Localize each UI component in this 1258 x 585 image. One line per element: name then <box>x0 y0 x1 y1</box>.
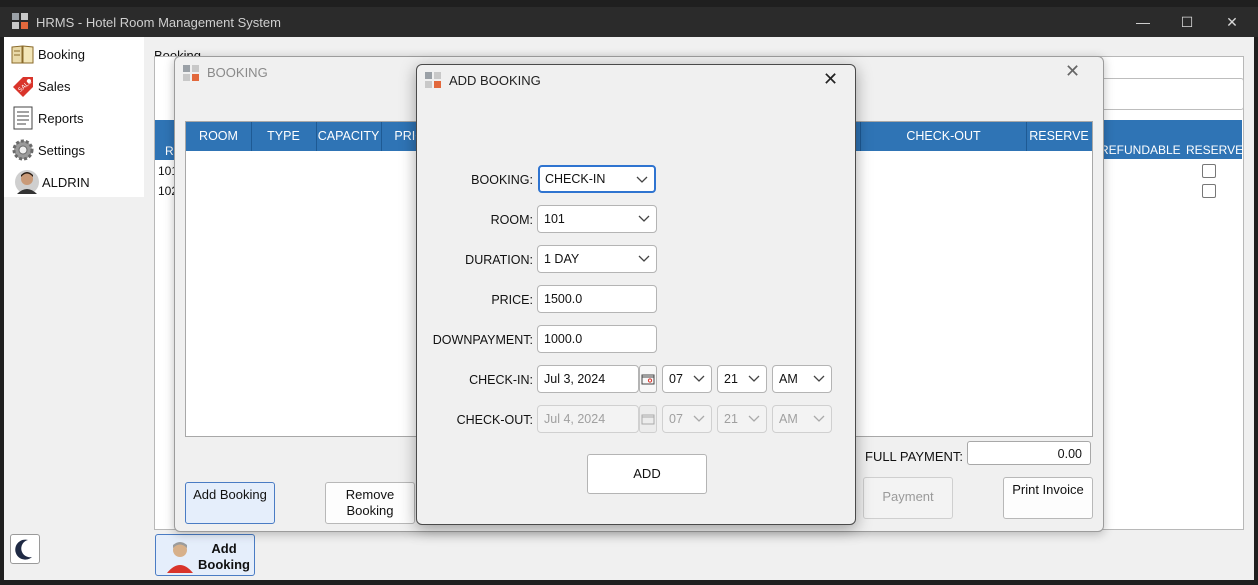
maximize-button[interactable]: ☐ <box>1172 11 1202 33</box>
duration-label: DURATION: <box>465 253 533 267</box>
check-in-hour-select[interactable]: 07 <box>662 365 712 393</box>
sidebar-item-label: Settings <box>38 143 85 158</box>
chevron-down-icon <box>813 415 825 422</box>
close-window-button[interactable]: ✕ <box>1217 11 1247 33</box>
check-in-minute-value: 21 <box>724 372 738 386</box>
sidebar-item-label: Reports <box>38 111 84 126</box>
add-button[interactable]: ADD <box>587 454 707 494</box>
sidebar-item-label: Booking <box>38 47 85 62</box>
chevron-down-icon <box>636 176 648 183</box>
check-out-ampm-select[interactable]: AM <box>772 405 832 433</box>
booking-window-title: BOOKING <box>207 65 268 80</box>
column-header-room[interactable]: ROOM <box>186 122 252 151</box>
background-header-label: R <box>165 144 174 158</box>
check-in-calendar-button[interactable] <box>639 365 657 393</box>
check-out-date-input[interactable]: Jul 4, 2024 <box>537 405 639 433</box>
booking-type-value: CHECK-IN <box>545 172 606 186</box>
sidebar-item-sales[interactable]: SALE Sales <box>10 71 144 101</box>
chevron-down-icon <box>813 375 825 382</box>
room-select[interactable]: 101 <box>537 205 657 233</box>
check-in-date-input[interactable]: Jul 3, 2024 <box>537 365 639 393</box>
chevron-down-icon <box>693 415 705 422</box>
sidebar: Booking SALE Sales Reports Settings ALDR… <box>4 37 144 197</box>
sidebar-item-booking[interactable]: Booking <box>10 39 144 69</box>
dialog-title: ADD BOOKING <box>449 73 541 88</box>
moon-icon <box>15 539 33 560</box>
price-label: PRICE: <box>491 293 533 307</box>
chevron-down-icon <box>638 215 650 222</box>
chevron-down-icon <box>748 415 760 422</box>
dialog-close-button[interactable]: ✕ <box>823 69 838 90</box>
check-out-calendar-button[interactable] <box>639 405 657 433</box>
background-header-strip <box>1100 120 1242 142</box>
check-out-hour-value: 07 <box>669 412 683 426</box>
add-booking-main-label: Add Booking <box>198 541 250 572</box>
column-header-check-out[interactable]: CHECK-OUT <box>860 122 1027 151</box>
document-icon <box>13 106 33 130</box>
calendar-icon <box>641 414 655 425</box>
app-icon <box>12 13 28 29</box>
avatar-icon <box>15 170 39 194</box>
booking-type-label: BOOKING: <box>471 173 533 187</box>
check-in-hour-value: 07 <box>669 372 683 386</box>
chevron-down-icon <box>638 255 650 262</box>
chevron-down-icon <box>748 375 760 382</box>
sidebar-item-label: ALDRIN <box>42 175 90 190</box>
sale-tag-icon: SALE <box>13 77 33 97</box>
check-out-ampm-value: AM <box>779 412 798 426</box>
room-value: 101 <box>544 212 565 226</box>
chevron-down-icon <box>693 375 705 382</box>
column-header-type[interactable]: TYPE <box>251 122 317 151</box>
full-payment-label: FULL PAYMENT: <box>865 449 964 464</box>
room-label: ROOM: <box>490 213 533 227</box>
add-booking-dialog: ADD BOOKING ✕ BOOKING: CHECK-IN ROOM: 10… <box>416 64 856 525</box>
downpayment-label: DOWNPAYMENT: <box>432 333 533 347</box>
check-out-label: CHECK-OUT: <box>456 413 533 427</box>
payment-button[interactable]: Payment <box>863 477 953 519</box>
theme-toggle-button[interactable] <box>10 534 40 564</box>
background-table-header: REFUNDABLE RESERVE <box>1100 141 1244 159</box>
add-booking-button[interactable]: Add Booking <box>185 482 275 524</box>
column-header-reserve: RESERVE <box>1186 143 1244 157</box>
calendar-icon <box>641 374 655 385</box>
sidebar-item-reports[interactable]: Reports <box>10 103 144 133</box>
check-out-minute-value: 21 <box>724 412 738 426</box>
duration-select[interactable]: 1 DAY <box>537 245 657 273</box>
remove-booking-button[interactable]: Remove Booking <box>325 482 415 524</box>
reserve-checkbox[interactable] <box>1202 164 1216 178</box>
duration-value: 1 DAY <box>544 252 580 266</box>
app-window: HRMS - Hotel Room Management System — ☐ … <box>0 0 1258 585</box>
user-add-icon <box>167 542 193 573</box>
minimize-button[interactable]: — <box>1128 11 1158 33</box>
background-search-input[interactable] <box>1100 78 1244 110</box>
booking-window-close-button[interactable]: ✕ <box>1065 61 1080 82</box>
add-booking-main-button[interactable]: Add Booking <box>155 534 255 576</box>
check-in-ampm-value: AM <box>779 372 798 386</box>
app-icon <box>183 65 199 81</box>
app-icon <box>425 72 441 88</box>
full-payment-field[interactable]: 0.00 <box>967 441 1091 465</box>
reserve-checkbox[interactable] <box>1202 184 1216 198</box>
book-icon <box>11 45 34 64</box>
downpayment-input[interactable]: 1000.0 <box>537 325 657 353</box>
sidebar-item-label: Sales <box>38 79 71 94</box>
window-title: HRMS - Hotel Room Management System <box>36 15 281 30</box>
background-header-strip: R <box>155 142 175 160</box>
column-header-refundable: REFUNDABLE <box>1100 143 1181 157</box>
booking-type-select[interactable]: CHECK-IN <box>538 165 656 193</box>
title-bar: HRMS - Hotel Room Management System — ☐ … <box>0 7 1258 37</box>
background-header-strip <box>155 120 175 142</box>
price-input[interactable]: 1500.0 <box>537 285 657 313</box>
check-out-minute-select[interactable]: 21 <box>717 405 767 433</box>
check-in-label: CHECK-IN: <box>469 373 533 387</box>
print-invoice-button[interactable]: Print Invoice <box>1003 477 1093 519</box>
check-in-minute-select[interactable]: 21 <box>717 365 767 393</box>
gear-icon <box>12 139 34 161</box>
check-in-ampm-select[interactable]: AM <box>772 365 832 393</box>
column-header-reserve[interactable]: RESERVE <box>1026 122 1092 151</box>
sidebar-item-user[interactable]: ALDRIN <box>10 167 144 197</box>
sidebar-item-settings[interactable]: Settings <box>10 135 144 165</box>
check-out-hour-select[interactable]: 07 <box>662 405 712 433</box>
column-header-capacity[interactable]: CAPACITY <box>316 122 382 151</box>
